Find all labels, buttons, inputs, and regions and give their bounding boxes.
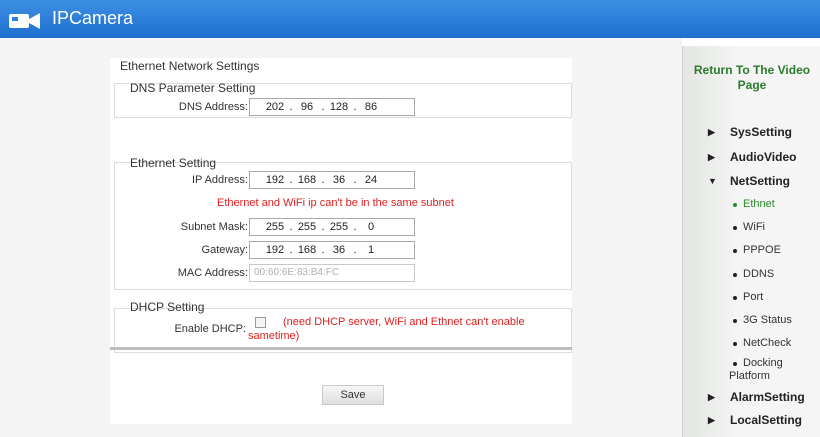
camera-logo-icon: [9, 13, 40, 29]
return-link-line2[interactable]: Page: [683, 78, 820, 93]
bullet-icon: [733, 249, 737, 253]
bullet-icon: [733, 362, 737, 366]
gateway-octet-4[interactable]: 1: [358, 244, 384, 256]
expand-arrow-icon: ▶: [708, 152, 715, 162]
app-header: IPCamera: [0, 0, 820, 38]
menu-item-netsetting[interactable]: ▼ NetSetting: [683, 174, 820, 190]
gateway-octet-3[interactable]: 36: [326, 244, 352, 256]
dns-section-title: DNS Parameter Setting: [130, 81, 256, 95]
gateway-octet-2[interactable]: 168: [294, 244, 320, 256]
dns-octet-2[interactable]: 96: [294, 101, 320, 113]
dns-octet-1[interactable]: 202: [262, 101, 288, 113]
menu-item-localsetting[interactable]: ▶ LocalSetting: [683, 413, 820, 429]
settings-sidebar: Return To The Video Page ▶ SysSetting ▶ …: [682, 46, 820, 437]
bullet-icon: [733, 203, 737, 207]
subnet-warning-text: Ethernet and WiFi ip can't be in the sam…: [217, 197, 454, 209]
main-area: Ethernet Network Settings DNS Parameter …: [0, 38, 682, 437]
bullet-icon: [733, 226, 737, 230]
menu-item-label[interactable]: AudioVideo: [730, 150, 796, 164]
mask-octet-4[interactable]: 0: [358, 221, 384, 233]
ip-octet-2[interactable]: 168: [294, 174, 320, 186]
save-button[interactable]: Save: [322, 385, 384, 405]
mac-address-label: MAC Address:: [177, 267, 248, 279]
mac-address-field: 00:60:6E:83:B4:FC: [249, 264, 415, 282]
menu-item-label[interactable]: NetSetting: [730, 174, 790, 188]
page-title: Ethernet Network Settings: [120, 59, 260, 73]
menu-item-syssetting[interactable]: ▶ SysSetting: [683, 125, 820, 141]
subnet-mask-label: Subnet Mask:: [180, 221, 248, 233]
enable-dhcp-checkbox[interactable]: [255, 317, 266, 328]
expand-arrow-icon: ▶: [708, 392, 715, 402]
menu-item-label[interactable]: AlarmSetting: [730, 390, 805, 404]
ethernet-settings-panel: Ethernet Network Settings DNS Parameter …: [110, 58, 572, 424]
dns-address-label: DNS Address:: [178, 101, 248, 113]
expand-arrow-icon: ▶: [708, 415, 715, 425]
enable-dhcp-label: Enable DHCP:: [174, 323, 246, 335]
bullet-icon: [733, 319, 737, 323]
docking-platform-line2[interactable]: Platform: [729, 370, 820, 382]
mask-octet-2[interactable]: 255: [294, 221, 320, 233]
dhcp-section-title: DHCP Setting: [130, 300, 205, 314]
menu-item-alarmsetting[interactable]: ▶ AlarmSetting: [683, 390, 820, 406]
bullet-icon: [733, 273, 737, 277]
ip-octet-4[interactable]: 24: [358, 174, 384, 186]
dhcp-note-line2: sametime): [248, 330, 300, 342]
ip-octet-3[interactable]: 36: [326, 174, 352, 186]
dns-octet-4[interactable]: 86: [358, 101, 384, 113]
gateway-label: Gateway:: [201, 244, 248, 256]
collapse-arrow-icon: ▼: [708, 176, 717, 186]
section-divider: [110, 347, 572, 350]
dns-octet-3[interactable]: 128: [326, 101, 352, 113]
menu-item-label[interactable]: SysSetting: [730, 125, 792, 139]
expand-arrow-icon: ▶: [708, 127, 715, 137]
mask-octet-3[interactable]: 255: [326, 221, 352, 233]
ethernet-section-title: Ethernet Setting: [130, 156, 217, 170]
subnet-mask-input[interactable]: 255. 255. 255. 0: [249, 218, 415, 236]
gateway-octet-1[interactable]: 192: [262, 244, 288, 256]
ip-address-label: IP Address:: [191, 174, 248, 186]
app-title: IPCamera: [52, 8, 134, 28]
menu-item-label[interactable]: LocalSetting: [730, 413, 802, 427]
bullet-icon: [733, 342, 737, 346]
return-link-line1[interactable]: Return To The Video: [683, 63, 820, 78]
ip-address-input[interactable]: 192. 168. 36. 24: [249, 171, 415, 189]
bullet-icon: [733, 296, 737, 300]
gateway-input[interactable]: 192. 168. 36. 1: [249, 241, 415, 259]
return-to-video-link[interactable]: Return To The Video Page: [683, 63, 820, 93]
menu-item-audiovideo[interactable]: ▶ AudioVideo: [683, 150, 820, 166]
ip-octet-1[interactable]: 192: [262, 174, 288, 186]
dns-address-input[interactable]: 202. 96. 128. 86: [249, 98, 415, 116]
dhcp-note-line1: (need DHCP server, WiFi and Ethnet can't…: [283, 316, 525, 328]
mask-octet-1[interactable]: 255: [262, 221, 288, 233]
